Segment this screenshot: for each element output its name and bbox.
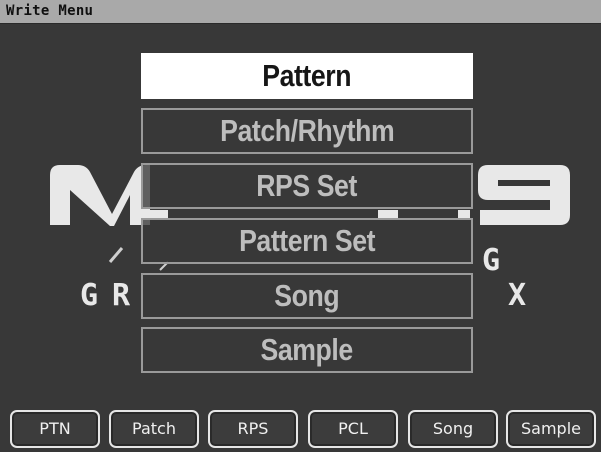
logo-sub-right: X (508, 278, 526, 313)
f4-pcl-button[interactable]: PCL (308, 410, 398, 448)
logo-accent (108, 247, 124, 263)
f5-song-button[interactable]: Song (408, 410, 498, 448)
menu-item-patch-rhythm[interactable]: Patch/Rhythm (141, 108, 473, 154)
menu-item-sample[interactable]: Sample (141, 327, 473, 373)
menu-item-label: Sample (260, 332, 354, 367)
logo-sub-left-2: R (112, 278, 131, 313)
f3-rps-button[interactable]: RPS (208, 410, 298, 448)
logo-dash (458, 210, 470, 218)
menu-item-label: RPS Set (256, 168, 358, 203)
f1-ptn-button[interactable]: PTN (10, 410, 100, 448)
menu-item-pattern[interactable]: Pattern (141, 53, 473, 99)
menu-item-label: Patch/Rhythm (219, 113, 395, 148)
logo-sub-left: G (80, 278, 98, 313)
window-title: Write Menu (6, 3, 94, 19)
f6-sample-button[interactable]: Sample (506, 410, 596, 448)
menu-item-label: Song (274, 278, 340, 313)
menu-item-song[interactable]: Song (141, 273, 473, 319)
logo-digit-9 (478, 165, 570, 225)
menu-item-label: Pattern Set (238, 223, 376, 258)
logo-letter-m (50, 165, 150, 226)
menu-item-label: Pattern (262, 58, 352, 93)
logo-sub-g: G (482, 243, 500, 278)
logo-dash (378, 210, 398, 218)
menu-item-pattern-set[interactable]: Pattern Set (141, 218, 473, 264)
logo-dash (150, 210, 168, 218)
menu-item-rps-set[interactable]: RPS Set (141, 163, 473, 209)
f2-patch-button[interactable]: Patch (109, 410, 199, 448)
title-bar: Write Menu (0, 0, 601, 24)
